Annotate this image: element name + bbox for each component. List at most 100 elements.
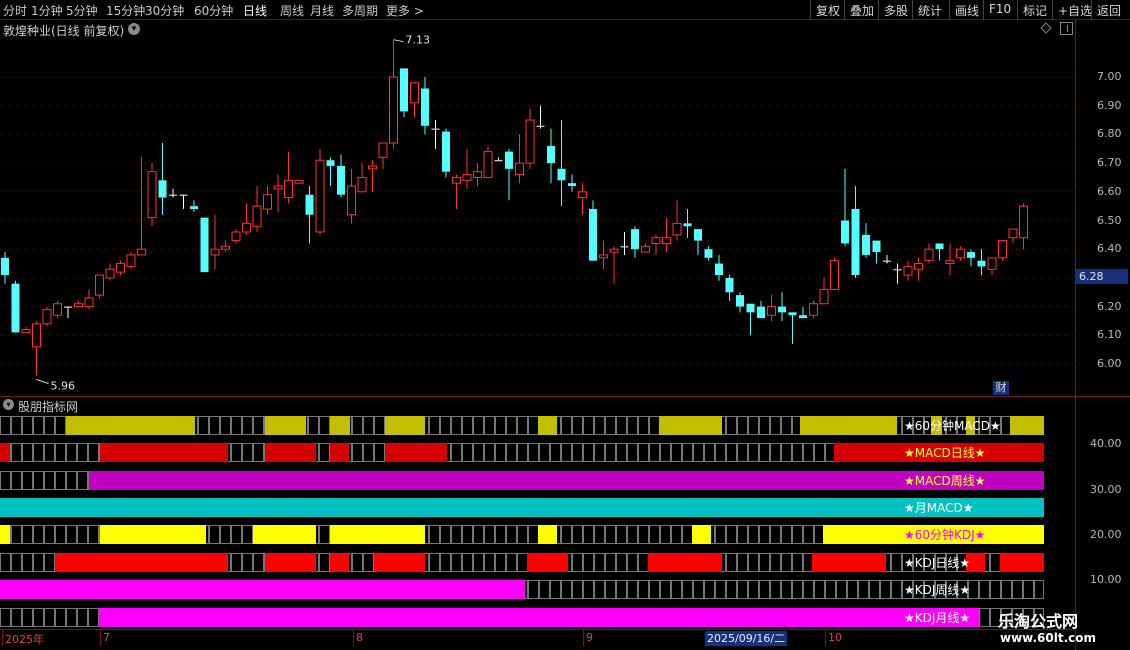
toolbar-button[interactable]: 画线 bbox=[949, 0, 984, 20]
candle-body bbox=[830, 260, 839, 290]
candle-body bbox=[116, 263, 125, 273]
candle-body bbox=[169, 194, 177, 196]
toolbar-button[interactable]: 复权 bbox=[810, 0, 845, 20]
period-tab[interactable]: 周线 bbox=[280, 2, 304, 19]
indicator-cell bbox=[737, 580, 748, 599]
indicator-cell bbox=[44, 443, 55, 462]
indicator-cell bbox=[605, 580, 616, 599]
candlestick-chart[interactable]: 7.13 5.96 bbox=[0, 20, 1075, 396]
indicator-cell bbox=[704, 580, 715, 599]
indicator-cell bbox=[682, 443, 693, 462]
indicator-cell bbox=[572, 553, 583, 572]
indicator-cell bbox=[825, 580, 836, 599]
indicator-cell bbox=[627, 525, 638, 544]
candle-body bbox=[137, 248, 146, 256]
candle-body bbox=[95, 274, 104, 296]
indicator-cell bbox=[627, 416, 638, 435]
indicator-block bbox=[89, 471, 1044, 490]
candle-body bbox=[620, 246, 629, 248]
period-tab[interactable]: 分时 bbox=[3, 2, 27, 19]
toolbar-button[interactable]: 统计 bbox=[912, 0, 947, 20]
indicator-cell bbox=[319, 416, 330, 435]
indicator-tick: 40.00 bbox=[1090, 437, 1122, 450]
chevron-down-icon[interactable]: ▾ bbox=[3, 399, 14, 410]
indicator-cell bbox=[990, 580, 1001, 599]
period-tab[interactable]: 30分钟 bbox=[145, 2, 184, 19]
indicator-cell bbox=[506, 525, 517, 544]
candle-body bbox=[578, 191, 587, 199]
indicator-tick: 10.00 bbox=[1090, 573, 1122, 586]
indicator-cell bbox=[352, 553, 363, 572]
indicator-cell bbox=[11, 443, 22, 462]
price-tick: 6.70 bbox=[1097, 156, 1122, 170]
indicator-cell bbox=[660, 580, 671, 599]
indicator-cell bbox=[649, 580, 660, 599]
indicator-cell bbox=[242, 525, 253, 544]
period-tab[interactable]: 1分钟 bbox=[31, 2, 63, 19]
candle-body bbox=[757, 306, 765, 319]
low-pointer bbox=[36, 379, 49, 384]
period-tab[interactable]: 月线 bbox=[310, 2, 334, 19]
indicator-cell bbox=[561, 416, 572, 435]
indicator-cell bbox=[693, 443, 704, 462]
indicator-cell bbox=[22, 443, 33, 462]
candle-body bbox=[547, 145, 555, 164]
toolbar-button[interactable]: 返回 bbox=[1091, 0, 1126, 20]
indicator-cell bbox=[715, 580, 726, 599]
indicator-cell bbox=[594, 580, 605, 599]
indicator-cell bbox=[44, 416, 55, 435]
period-tab[interactable]: 更多 > bbox=[386, 2, 424, 19]
candle-body bbox=[147, 171, 157, 219]
indicator-cell bbox=[231, 443, 242, 462]
indicator-cell bbox=[363, 416, 374, 435]
candle-body bbox=[767, 306, 776, 316]
indicator-cell bbox=[737, 553, 748, 572]
candle-body bbox=[21, 329, 31, 333]
toolbar-button[interactable]: 标记 bbox=[1017, 0, 1052, 20]
indicator-cell bbox=[539, 580, 550, 599]
indicator-cell bbox=[726, 580, 737, 599]
indicator-cell bbox=[77, 608, 88, 627]
price-axis-divider bbox=[1075, 20, 1076, 650]
indicator-cell bbox=[484, 416, 495, 435]
indicator-cell bbox=[440, 525, 451, 544]
candle-body bbox=[641, 245, 650, 253]
indicator-cell bbox=[506, 416, 517, 435]
period-tab[interactable]: 60分钟 bbox=[194, 2, 233, 19]
indicator-cell bbox=[55, 416, 66, 435]
candle-body bbox=[273, 185, 283, 190]
period-tab[interactable]: 日线 bbox=[243, 2, 267, 19]
price-tick: 6.20 bbox=[1097, 299, 1122, 313]
indicator-cell bbox=[561, 443, 572, 462]
indicator-cell bbox=[363, 553, 374, 572]
indicator-cell bbox=[66, 471, 77, 490]
indicator-cell bbox=[572, 443, 583, 462]
candle-body bbox=[736, 295, 744, 307]
indicator-cell bbox=[198, 416, 209, 435]
indicator-cell bbox=[451, 525, 462, 544]
indicator-cell bbox=[77, 471, 88, 490]
indicator-cell bbox=[671, 443, 682, 462]
finance-badge[interactable]: 财 bbox=[993, 381, 1009, 395]
indicator-cell bbox=[737, 416, 748, 435]
price-tick: 6.00 bbox=[1097, 357, 1122, 370]
current-price-marker: 6.28 bbox=[1076, 269, 1128, 284]
indicator-cell bbox=[803, 443, 814, 462]
indicator-cell bbox=[462, 553, 473, 572]
candle-body bbox=[851, 209, 860, 276]
indicator-cell bbox=[462, 443, 473, 462]
period-tab[interactable]: 多周期 bbox=[342, 2, 378, 19]
indicator-cell bbox=[594, 553, 605, 572]
candle-body bbox=[64, 306, 72, 308]
indicator-cell bbox=[737, 525, 748, 544]
toolbar-button[interactable]: 多股 bbox=[878, 0, 913, 20]
indicator-cell bbox=[638, 525, 649, 544]
toolbar-button[interactable]: F10 bbox=[983, 0, 1016, 20]
toolbar-button[interactable]: 叠加 bbox=[844, 0, 879, 20]
indicator-cell bbox=[495, 416, 506, 435]
indicator-cell bbox=[572, 525, 583, 544]
indicator-block bbox=[385, 416, 425, 435]
period-tab[interactable]: 5分钟 bbox=[66, 2, 98, 19]
indicator-cell bbox=[770, 553, 781, 572]
period-tab[interactable]: 15分钟 bbox=[106, 2, 145, 19]
